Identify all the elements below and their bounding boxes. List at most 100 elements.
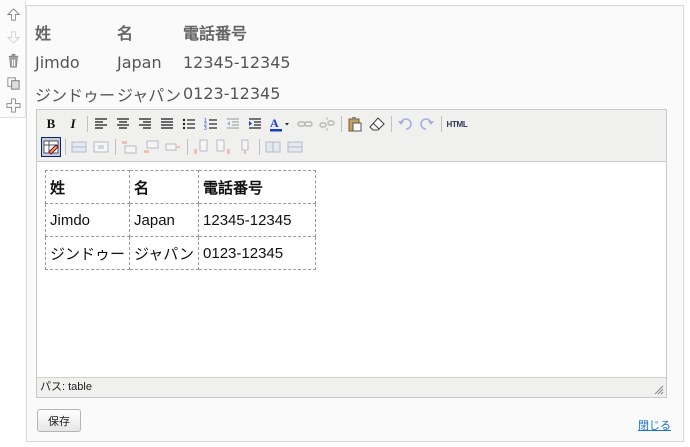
numbered-list-button[interactable]: 123 bbox=[201, 114, 221, 134]
delete-column-button[interactable] bbox=[235, 137, 255, 157]
toolbar-separator bbox=[391, 116, 392, 132]
table-row: ジンドゥー ジャパン 0123-12345 bbox=[35, 78, 291, 109]
align-center-icon bbox=[117, 118, 129, 129]
delete-button[interactable] bbox=[5, 52, 21, 68]
font-color-icon: A bbox=[270, 116, 289, 132]
table-row: Jimdo Japan 12345-12345 bbox=[35, 47, 291, 78]
column-before-icon bbox=[194, 139, 208, 154]
table-row: 姓 名 電話番号 bbox=[35, 16, 291, 47]
merge-cells-icon bbox=[287, 141, 303, 153]
editor-header-cell[interactable]: 電話番号 bbox=[198, 170, 317, 204]
unlink-button[interactable] bbox=[317, 114, 337, 134]
preview-cell: Japan bbox=[117, 53, 162, 72]
move-down-button[interactable] bbox=[5, 29, 21, 45]
italic-icon: I bbox=[70, 116, 76, 131]
preview-header-cell: 名 bbox=[117, 23, 134, 43]
paste-icon bbox=[348, 117, 362, 132]
table-row[interactable]: Jimdo Japan 12345-12345 bbox=[44, 203, 317, 237]
html-icon: HTML bbox=[446, 119, 468, 129]
html-source-button[interactable]: HTML bbox=[445, 114, 469, 134]
outdent-icon bbox=[227, 118, 239, 129]
align-center-button[interactable] bbox=[113, 114, 133, 134]
row-properties-button[interactable] bbox=[69, 137, 89, 157]
toolbar-row bbox=[41, 136, 307, 158]
outdent-button[interactable] bbox=[223, 114, 243, 134]
move-up-button[interactable] bbox=[5, 6, 21, 22]
preview-cell: ジャパン bbox=[117, 85, 182, 105]
bold-icon: B bbox=[46, 116, 56, 131]
align-right-button[interactable] bbox=[135, 114, 155, 134]
toolbar-separator bbox=[259, 139, 260, 155]
editor-header-cell[interactable]: 名 bbox=[129, 170, 200, 204]
toolbar-separator bbox=[65, 139, 66, 155]
element-toolstrip bbox=[0, 0, 26, 118]
undo-button[interactable] bbox=[395, 114, 415, 134]
editor-content-area[interactable]: 姓 名 電話番号 Jimdo Japan 12345-12345 ジンドゥー ジ… bbox=[37, 163, 666, 377]
table-properties-button[interactable] bbox=[41, 137, 61, 157]
toolbar-separator bbox=[341, 116, 342, 132]
insert-link-button[interactable] bbox=[295, 114, 315, 134]
editor-cell[interactable]: ジャパン bbox=[129, 236, 200, 270]
close-link[interactable]: 閉じる bbox=[638, 417, 671, 433]
split-cells-icon bbox=[265, 141, 281, 153]
preview-header-cell: 電話番号 bbox=[183, 23, 248, 43]
bold-button[interactable]: B bbox=[41, 114, 61, 134]
paste-button[interactable] bbox=[345, 114, 365, 134]
preview-cell: 12345-12345 bbox=[183, 53, 291, 72]
align-justify-icon bbox=[161, 118, 173, 129]
toolbar-separator bbox=[187, 139, 188, 155]
copy-button[interactable] bbox=[5, 75, 21, 91]
resize-handle-icon[interactable] bbox=[653, 384, 664, 395]
bullet-list-button[interactable] bbox=[179, 114, 199, 134]
align-left-button[interactable] bbox=[91, 114, 111, 134]
insert-row-before-button[interactable] bbox=[119, 137, 139, 157]
editor-cell[interactable]: 0123-12345 bbox=[198, 236, 317, 270]
arrow-down-icon bbox=[6, 30, 20, 44]
indent-button[interactable] bbox=[245, 114, 265, 134]
add-element-button[interactable] bbox=[5, 97, 21, 113]
copy-icon bbox=[6, 76, 20, 90]
preview-cell: 0123-12345 bbox=[183, 84, 281, 103]
insert-column-before-button[interactable] bbox=[191, 137, 211, 157]
table-element-panel: 姓 名 電話番号 Jimdo Japan 12345-12345 ジンドゥー ジ… bbox=[26, 5, 684, 442]
row-after-icon bbox=[144, 140, 159, 153]
unlink-icon bbox=[319, 117, 335, 131]
plus-icon bbox=[5, 97, 21, 113]
table-preview: 姓 名 電話番号 Jimdo Japan 12345-12345 ジンドゥー ジ… bbox=[35, 16, 291, 109]
row-before-icon bbox=[122, 141, 137, 154]
insert-row-after-button[interactable] bbox=[141, 137, 161, 157]
svg-text:3: 3 bbox=[204, 126, 207, 132]
delete-row-icon bbox=[165, 143, 180, 151]
split-cells-button[interactable] bbox=[263, 137, 283, 157]
editor-cell[interactable]: ジンドゥー bbox=[44, 236, 131, 270]
editor-table[interactable]: 姓 名 電話番号 Jimdo Japan 12345-12345 ジンドゥー ジ… bbox=[44, 170, 317, 270]
font-color-button[interactable]: A bbox=[267, 114, 293, 134]
align-justify-button[interactable] bbox=[157, 114, 177, 134]
table-row[interactable]: ジンドゥー ジャパン 0123-12345 bbox=[44, 236, 317, 270]
redo-button[interactable] bbox=[417, 114, 437, 134]
delete-row-button[interactable] bbox=[163, 137, 183, 157]
editor-cell[interactable]: Jimdo bbox=[44, 203, 131, 237]
toolbar-separator bbox=[115, 139, 116, 155]
trash-icon bbox=[8, 53, 18, 67]
preview-header-cell: 姓 bbox=[35, 23, 52, 43]
toolbar-separator bbox=[87, 116, 88, 132]
element-path: パス: table bbox=[40, 381, 92, 393]
editor-cell[interactable]: 12345-12345 bbox=[198, 203, 317, 237]
eraser-icon bbox=[369, 117, 385, 131]
link-icon bbox=[297, 121, 313, 127]
table-row[interactable]: 姓 名 電話番号 bbox=[44, 170, 317, 204]
save-button[interactable]: 保存 bbox=[37, 409, 81, 432]
toolbar-row: B I 123 A HTML bbox=[41, 113, 471, 135]
insert-column-after-button[interactable] bbox=[213, 137, 233, 157]
editor-toolbar: B I 123 A HTML bbox=[37, 110, 666, 162]
editor-header-cell[interactable]: 姓 bbox=[44, 170, 131, 204]
preview-cell: ジンドゥー bbox=[35, 85, 116, 105]
merge-cells-button[interactable] bbox=[285, 137, 305, 157]
editor-statusbar: パス: table bbox=[37, 377, 666, 397]
editor-cell[interactable]: Japan bbox=[129, 203, 200, 237]
italic-button[interactable]: I bbox=[63, 114, 83, 134]
svg-text:A: A bbox=[270, 116, 279, 130]
cell-properties-button[interactable] bbox=[91, 137, 111, 157]
clear-formatting-button[interactable] bbox=[367, 114, 387, 134]
